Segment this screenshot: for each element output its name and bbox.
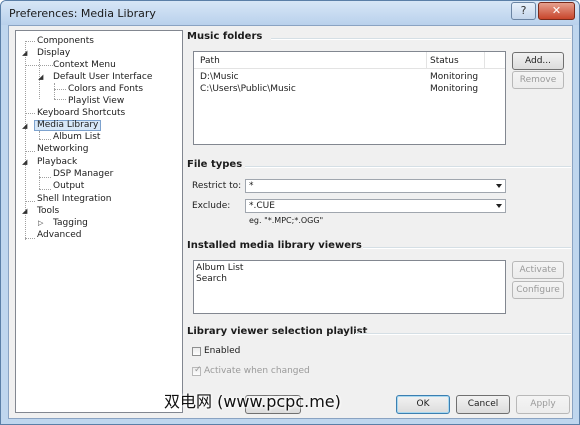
help-icon: ?: [520, 4, 527, 17]
enabled-checkbox[interactable]: [192, 347, 201, 356]
tree-item-advanced[interactable]: Advanced: [35, 230, 83, 241]
file-types-heading: File types: [187, 159, 243, 170]
tree-item-playlist-view[interactable]: Playlist View: [66, 96, 126, 107]
exclude-label: Exclude:: [192, 201, 231, 211]
tree-item-album-list[interactable]: Album List: [51, 132, 102, 143]
tree-item-components[interactable]: Components: [35, 36, 96, 47]
tree-item-default-user-interface[interactable]: Default User Interface: [51, 72, 154, 83]
tree-item-networking[interactable]: Networking: [35, 144, 91, 155]
viewer-item[interactable]: Album List: [196, 263, 243, 273]
expand-triangle-icon[interactable]: ◢: [22, 49, 27, 57]
tree-item-tools[interactable]: Tools: [35, 206, 61, 217]
viewers-heading: Installed media library viewers: [187, 240, 362, 251]
folder-status[interactable]: Monitoring: [430, 84, 478, 94]
ok-button[interactable]: OK: [396, 395, 450, 414]
activate-when-changed-checkbox[interactable]: ✓: [192, 365, 202, 376]
viewers-list[interactable]: Album List Search: [193, 260, 506, 314]
exclude-combo[interactable]: *.CUE: [245, 199, 506, 213]
tree-item-context-menu[interactable]: Context Menu: [51, 60, 118, 71]
music-folders-heading: Music folders: [187, 31, 263, 42]
window-title: Preferences: Media Library: [9, 7, 156, 20]
folder-path[interactable]: D:\Music: [200, 72, 239, 82]
tree-item-keyboard-shortcuts[interactable]: Keyboard Shortcuts: [35, 108, 127, 119]
close-button[interactable]: ✕: [538, 2, 575, 20]
folder-status[interactable]: Monitoring: [430, 72, 478, 82]
playlist-heading: Library viewer selection playlist: [187, 326, 368, 337]
title-bar: Preferences: Media Library ? ✕: [1, 1, 579, 25]
collapsed-triangle-icon[interactable]: ▷: [38, 219, 43, 227]
close-icon: ✕: [551, 4, 562, 17]
help-button[interactable]: ?: [511, 2, 536, 20]
tree-item-output[interactable]: Output: [51, 181, 86, 192]
tree-item-media-library[interactable]: Media Library: [34, 120, 102, 131]
tree-item-tagging[interactable]: Tagging: [51, 218, 90, 229]
restrict-to-label: Restrict to:: [192, 181, 242, 191]
exclude-hint: eg. "*.MPC;*.OGG": [249, 216, 324, 225]
viewer-item[interactable]: Search: [196, 274, 227, 284]
section-divider: [245, 166, 571, 168]
checkmark-icon: ✓: [194, 365, 202, 375]
column-header-status[interactable]: Status: [430, 56, 459, 66]
add-folder-button[interactable]: Add...: [512, 52, 564, 70]
music-folders-list[interactable]: Path Status D:\Music Monitoring C:\Users…: [193, 51, 506, 145]
dropdown-arrow-icon[interactable]: [496, 184, 502, 188]
expand-triangle-icon[interactable]: ◢: [38, 73, 43, 81]
activate-when-changed-label[interactable]: Activate when changed: [204, 366, 310, 376]
cancel-button[interactable]: Cancel: [456, 395, 510, 414]
tree-item-display[interactable]: Display: [35, 48, 72, 59]
exclude-value: *.CUE: [249, 201, 275, 211]
tree-item-dsp-manager[interactable]: DSP Manager: [51, 169, 115, 180]
activate-viewer-button[interactable]: Activate: [512, 261, 564, 279]
tree-item-shell-integration[interactable]: Shell Integration: [35, 194, 113, 205]
tree-item-colors-and-fonts[interactable]: Colors and Fonts: [66, 84, 145, 95]
column-header-path[interactable]: Path: [200, 56, 220, 66]
tree-item-playback[interactable]: Playback: [35, 157, 79, 168]
configure-viewer-button[interactable]: Configure: [512, 281, 564, 299]
dialog-client: Components ◢ Display Context Menu ◢ Defa…: [8, 25, 573, 419]
watermark-text: 双电网 (www.pcpc.me): [164, 392, 341, 411]
expand-triangle-icon[interactable]: ◢: [22, 158, 27, 166]
enabled-label[interactable]: Enabled: [204, 346, 240, 356]
column-separator: [426, 52, 427, 68]
folder-path[interactable]: C:\Users\Public\Music: [200, 84, 296, 94]
restrict-to-combo[interactable]: *: [245, 179, 506, 193]
expand-triangle-icon[interactable]: ◢: [22, 122, 27, 130]
section-divider: [271, 38, 571, 40]
preferences-window: Preferences: Media Library ? ✕ Component…: [0, 0, 580, 425]
preferences-tree[interactable]: Components ◢ Display Context Menu ◢ Defa…: [15, 30, 183, 413]
section-divider: [363, 247, 571, 249]
restrict-to-value: *: [249, 181, 254, 191]
remove-folder-button[interactable]: Remove: [512, 71, 564, 89]
column-separator: [484, 52, 485, 68]
apply-button[interactable]: Apply: [516, 395, 570, 414]
dropdown-arrow-icon[interactable]: [496, 204, 502, 208]
section-divider: [355, 333, 571, 335]
expand-triangle-icon[interactable]: ◢: [22, 207, 27, 215]
